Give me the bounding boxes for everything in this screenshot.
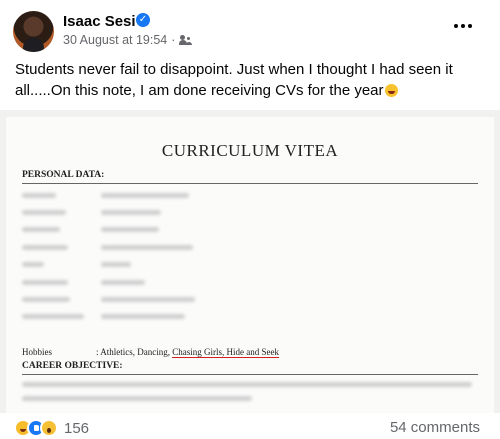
hobbies-label: Hobbies <box>22 347 52 357</box>
verified-badge-icon: ✓ <box>136 13 150 27</box>
post-caption: Students never fail to disappoint. Just … <box>15 59 485 101</box>
meta-separator: · <box>171 33 176 47</box>
reaction-count[interactable]: 156 <box>64 420 89 437</box>
facebook-post: Isaac Sesi ✓ 30 August at 19:54 · Studen… <box>0 0 500 439</box>
hobbies-value: : Athletics, Dancing, Chasing Girls, Hid… <box>96 347 279 358</box>
career-objective-heading: CAREER OBJECTIVE: <box>22 361 123 371</box>
section-divider <box>22 183 478 184</box>
author-avatar[interactable] <box>13 11 54 52</box>
author-name[interactable]: Isaac Sesi <box>63 13 136 30</box>
post-meta: 30 August at 19:54 · <box>63 33 192 47</box>
cv-document: CURRICULUM VITEA PERSONAL DATA: Hobbies … <box>6 117 494 413</box>
laughing-face-emoji-icon <box>384 84 398 97</box>
post-timestamp[interactable]: 30 August at 19:54 <box>63 33 167 47</box>
comments-count-link[interactable]: 54 comments <box>390 419 480 436</box>
reactions-summary[interactable]: 156 <box>14 419 89 437</box>
post-footer: 156 54 comments <box>0 413 500 439</box>
personal-data-heading: PERSONAL DATA: <box>22 170 105 180</box>
cv-title: CURRICULUM VITEA <box>161 141 339 160</box>
more-options-icon[interactable] <box>451 21 475 31</box>
post-image[interactable]: CURRICULUM VITEA PERSONAL DATA: Hobbies … <box>0 110 500 413</box>
wow-reaction-icon <box>40 419 58 437</box>
highlighted-hobbies: Chasing Girls, Hide and Seek <box>172 347 279 358</box>
friends-icon <box>179 35 192 45</box>
hobbies-list: : Athletics, Dancing, <box>96 347 173 357</box>
section-divider <box>22 374 478 375</box>
